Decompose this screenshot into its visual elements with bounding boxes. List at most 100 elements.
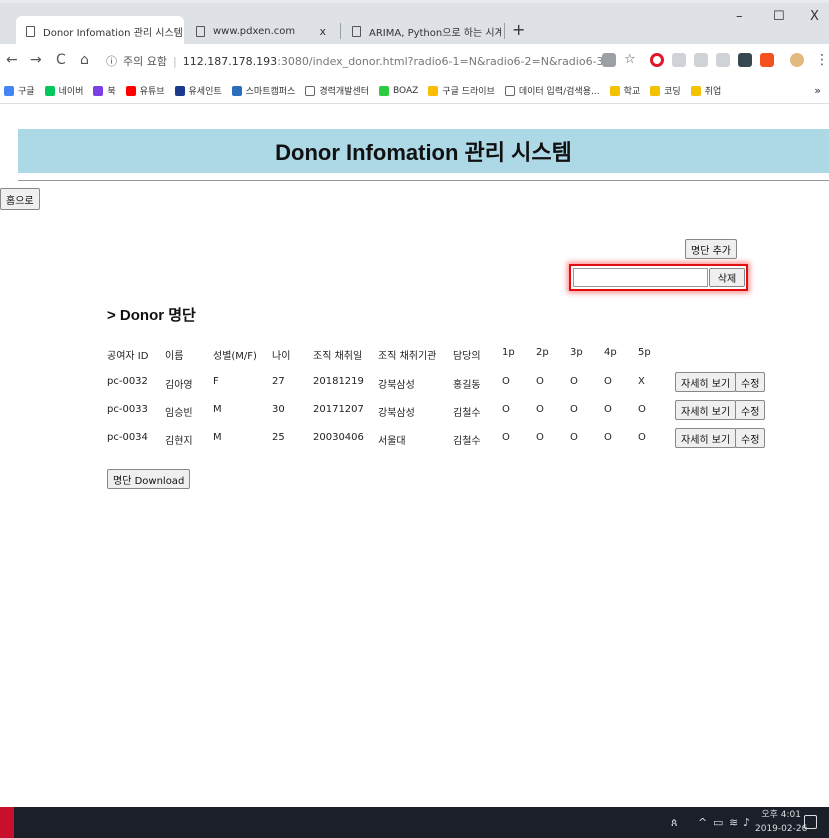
- browser-tab-bar: Donor Infomation 관리 시스템 x www.pdxen.com …: [0, 0, 829, 47]
- extension-icon[interactable]: [716, 53, 730, 67]
- clock-time: 오후 4:01: [761, 810, 801, 820]
- bookmark-jobs[interactable]: 취업: [690, 84, 721, 97]
- table-header-cell: 성별(M/F): [213, 351, 257, 362]
- bookmarks-more-icon[interactable]: »: [814, 84, 821, 97]
- table-header-cell: 이름: [165, 351, 184, 362]
- table-cell: O: [570, 376, 578, 387]
- info-icon[interactable]: ⓘ: [106, 53, 117, 69]
- star-icon[interactable]: ☆: [624, 52, 636, 67]
- extension-icon[interactable]: [694, 53, 708, 67]
- add-list-button[interactable]: 명단 추가: [685, 239, 737, 259]
- table-cell: 20171207: [313, 404, 364, 415]
- bookmark-school[interactable]: 학교: [609, 84, 640, 97]
- table-cell: 20030406: [313, 432, 364, 443]
- tab-close-icon[interactable]: x: [311, 25, 326, 38]
- table-cell: F: [213, 376, 219, 387]
- view-details-button[interactable]: 자세히 보기: [675, 400, 737, 420]
- table-cell: O: [502, 404, 510, 415]
- address-bar[interactable]: ⓘ 주의 요함 | 112.187.178.193 :3080/index_do…: [106, 50, 606, 72]
- view-details-button[interactable]: 자세히 보기: [675, 428, 737, 448]
- table-cell: O: [502, 376, 510, 387]
- extension-icon[interactable]: [672, 53, 686, 67]
- table-cell: O: [502, 432, 510, 443]
- home-icon[interactable]: ⌂: [80, 52, 89, 68]
- profile-avatar-icon[interactable]: [790, 53, 804, 67]
- header-divider: [18, 180, 829, 181]
- view-details-button[interactable]: 자세히 보기: [675, 372, 737, 392]
- maximize-icon[interactable]: ☐: [773, 9, 785, 24]
- address-path: :3080/index_donor.html?radio6-1=N&radio6…: [277, 54, 606, 68]
- extension-icon[interactable]: [760, 53, 774, 67]
- forward-icon[interactable]: →: [30, 52, 42, 68]
- page-icon: [26, 26, 35, 37]
- tab-close-icon[interactable]: x: [183, 25, 184, 38]
- table-header-cell: 조직 채취일: [313, 351, 363, 362]
- minimize-icon[interactable]: –: [736, 9, 743, 24]
- smart-campus-icon: [231, 85, 242, 96]
- bookmark-youtube[interactable]: 유튜브: [125, 84, 165, 97]
- table-cell: M: [213, 432, 222, 443]
- back-icon[interactable]: ←: [6, 52, 18, 68]
- notification-icon[interactable]: [804, 815, 817, 829]
- page-icon: [352, 26, 361, 37]
- volume-icon[interactable]: ♪: [743, 816, 750, 829]
- google-icon: [4, 85, 14, 96]
- table-cell: O: [638, 404, 646, 415]
- clock-date: 2019-02-26: [755, 824, 808, 834]
- edit-button[interactable]: 수정: [735, 428, 766, 448]
- home-button[interactable]: 홈으로: [0, 188, 40, 210]
- table-header-cell: 1p: [502, 347, 515, 358]
- tab-pdxen[interactable]: www.pdxen.com x: [186, 16, 336, 47]
- close-window-icon[interactable]: X: [810, 9, 819, 24]
- bookmark-book[interactable]: 북: [93, 84, 116, 97]
- bookmark-usaint[interactable]: 유세인트: [174, 84, 222, 97]
- bookmark-naver[interactable]: 네이버: [44, 84, 83, 97]
- tab-donor-infomation[interactable]: Donor Infomation 관리 시스템 x: [16, 16, 184, 47]
- bookmark-career-center[interactable]: 경력개발센터: [305, 84, 369, 97]
- translate-icon[interactable]: [602, 53, 616, 67]
- tray-expand-icon[interactable]: ^: [698, 816, 707, 829]
- people-icon[interactable]: ጰ: [671, 816, 678, 830]
- tab-separator: [504, 23, 505, 39]
- menu-icon[interactable]: ⋮: [815, 52, 829, 68]
- windows-taskbar: ጰ ^ ▭ ≋ ♪ 오후 4:01 2019-02-26: [0, 807, 829, 838]
- tab-arima[interactable]: ARIMA, Python으로 하는 시계열 x: [342, 16, 502, 47]
- table-cell: 김철수: [453, 408, 481, 419]
- download-list-button[interactable]: 명단 Download: [107, 469, 191, 489]
- bookmark-coding[interactable]: 코딩: [650, 84, 681, 97]
- network-icon[interactable]: ▭: [713, 816, 723, 829]
- opera-icon[interactable]: [650, 53, 664, 67]
- table-cell: 강북삼성: [378, 408, 415, 419]
- security-warning[interactable]: 주의 요함: [123, 53, 167, 69]
- table-cell: O: [536, 404, 544, 415]
- reload-icon[interactable]: C: [56, 52, 66, 68]
- table-cell: pc-0033: [107, 404, 148, 415]
- book-icon: [93, 85, 104, 96]
- table-cell: O: [570, 404, 578, 415]
- delete-button[interactable]: 삭제: [709, 268, 745, 287]
- delete-id-input[interactable]: [573, 268, 708, 287]
- table-header-cell: 나이: [272, 351, 291, 362]
- header-band: Donor Infomation 관리 시스템: [18, 129, 829, 173]
- youtube-icon: [125, 85, 136, 96]
- bookmark-google[interactable]: 구글: [4, 84, 35, 97]
- bookmark-boaz[interactable]: BOAZ: [379, 85, 418, 96]
- bookmark-smart-campus[interactable]: 스마트캠퍼스: [231, 84, 295, 97]
- table-cell: X: [638, 376, 645, 387]
- table-cell: O: [536, 432, 544, 443]
- bookmarks-bar: 구글 네이버 북 유튜브 유세인트 스마트캠퍼스 경력개발센터 BOAZ 구글 …: [0, 78, 829, 104]
- edit-button[interactable]: 수정: [735, 372, 766, 392]
- wifi-icon[interactable]: ≋: [729, 816, 738, 829]
- bookmark-google-drive[interactable]: 구글 드라이브: [428, 84, 495, 97]
- folder-icon: [650, 85, 661, 96]
- new-tab-button[interactable]: +: [512, 20, 525, 39]
- table-cell: O: [604, 404, 612, 415]
- extension-icon[interactable]: [738, 53, 752, 67]
- page-title: Donor Infomation 관리 시스템: [275, 140, 572, 165]
- start-button[interactable]: [0, 807, 14, 838]
- bookmark-data-entry[interactable]: 데이터 입력/검색용...: [504, 84, 600, 97]
- usaint-icon: [174, 85, 185, 96]
- edit-button[interactable]: 수정: [735, 400, 766, 420]
- table-header-cell: 4p: [604, 347, 617, 358]
- taskbar-clock[interactable]: 오후 4:01 2019-02-26: [755, 808, 807, 836]
